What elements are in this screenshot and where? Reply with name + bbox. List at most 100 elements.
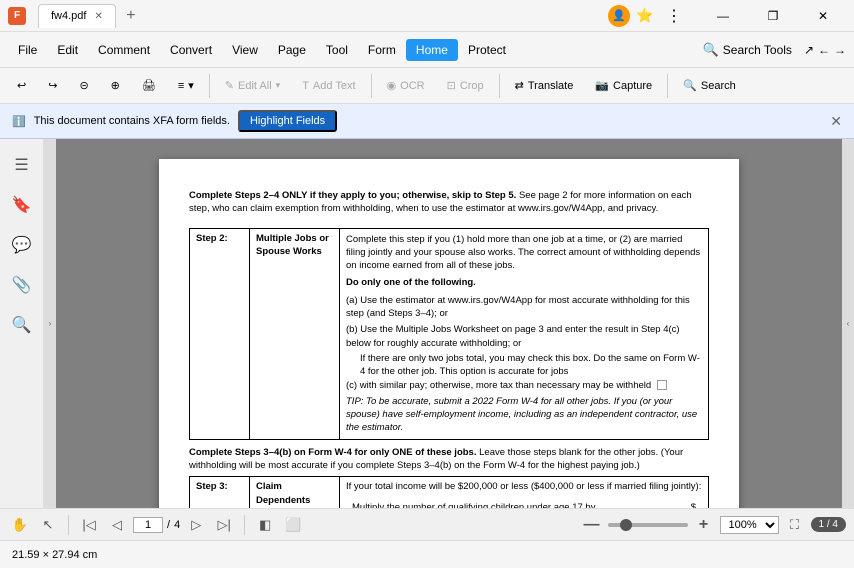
- restore-button[interactable]: ❐: [750, 2, 796, 30]
- menu-file[interactable]: File: [8, 39, 47, 61]
- print-button[interactable]: 🖨: [133, 74, 165, 97]
- star-icon[interactable]: ⭐: [634, 5, 656, 27]
- zoom-out-toolbar-button[interactable]: ⊝: [70, 74, 97, 97]
- sidebar-item-attachments[interactable]: 📎: [4, 267, 40, 303]
- step3-income-note: If your total income will be $200,000 or…: [346, 480, 702, 493]
- xfa-message: This document contains XFA form fields.: [34, 115, 230, 127]
- new-tab-button[interactable]: +: [120, 5, 142, 27]
- complete-steps-bold: Complete Steps 2–4 ONLY if they apply to…: [189, 190, 516, 201]
- zoom-in-button[interactable]: +: [692, 513, 716, 537]
- crop-button[interactable]: ⊡ Crop: [438, 74, 493, 97]
- sidebar-item-bookmarks[interactable]: 🔖: [4, 187, 40, 223]
- title-bar-right: 👤 ⭐ ⋮ — ❐ ✕: [608, 2, 846, 30]
- menu-convert[interactable]: Convert: [160, 39, 222, 61]
- step2-checkbox[interactable]: [657, 380, 667, 390]
- search-toolbar-button[interactable]: 🔍 Search: [674, 74, 745, 97]
- external-link-icon[interactable]: ↗: [804, 43, 814, 57]
- more-options-icon[interactable]: ⋮: [666, 6, 682, 26]
- complete-steps-note: Complete Steps 2–4 ONLY if they apply to…: [189, 189, 709, 216]
- step2-option-b: (b) Use the Multiple Jobs Worksheet on p…: [346, 323, 702, 350]
- options-button[interactable]: ≡▾: [169, 74, 203, 97]
- title-bar: F fw4.pdf ✕ + 👤 ⭐ ⋮ — ❐ ✕: [0, 0, 854, 32]
- status-bar: 21.59 × 27.94 cm: [0, 540, 854, 568]
- main-layout: ☰ 🔖 💬 📎 🔍 › Complete Steps 2–4 ONLY if t…: [0, 139, 854, 508]
- page-nav: / 4: [133, 517, 180, 533]
- tab-label: fw4.pdf: [51, 10, 86, 22]
- step2-option-c: (c) with similar pay; otherwise, more ta…: [346, 379, 702, 392]
- search-tools-label[interactable]: Search Tools: [723, 43, 792, 57]
- fit-width-button[interactable]: ⬜: [281, 513, 305, 537]
- step3-dollar: $: [691, 502, 696, 508]
- highlight-fields-button[interactable]: Highlight Fields: [238, 110, 337, 132]
- ocr-button[interactable]: ◉ OCR: [378, 74, 434, 97]
- step2-label: Step 2:: [190, 228, 250, 439]
- tab-close-icon[interactable]: ✕: [94, 11, 102, 22]
- menu-protect[interactable]: Protect: [458, 39, 516, 61]
- minimize-button[interactable]: —: [700, 2, 746, 30]
- search-toolbar-label: Search: [701, 80, 736, 92]
- title-icons: 👤 ⭐: [608, 5, 656, 27]
- options-chevron: ▾: [188, 79, 194, 92]
- fullscreen-button[interactable]: ⛶: [783, 513, 807, 537]
- step3-inputs: Multiply the number of qualifying childr…: [346, 498, 702, 508]
- add-text-button[interactable]: T Add Text: [293, 75, 364, 97]
- sidebar-item-comments[interactable]: 💬: [4, 227, 40, 263]
- print-icon: 🖨: [142, 79, 156, 92]
- page-container[interactable]: Complete Steps 2–4 ONLY if they apply to…: [56, 139, 842, 508]
- menu-bar: File Edit Comment Convert View Page Tool…: [0, 32, 854, 68]
- right-collapse-handle[interactable]: ‹: [842, 139, 854, 508]
- hand-tool-button[interactable]: ✋: [8, 513, 32, 537]
- pdf-tab[interactable]: fw4.pdf ✕: [38, 4, 116, 28]
- profile-icon[interactable]: 👤: [608, 5, 630, 27]
- select-tool-button[interactable]: ↖: [36, 513, 60, 537]
- step2-table: Step 2: Multiple Jobs or Spouse Works Co…: [189, 228, 709, 440]
- bottom-area: ✋ ↖ |◁ ◁ / 4 ▷ ▷| ◧ ⬜ — + 100% 75% 50% 1…: [0, 508, 854, 568]
- sidebar-item-pages[interactable]: ☰: [4, 147, 40, 183]
- last-page-button[interactable]: ▷|: [212, 513, 236, 537]
- zoom-in-toolbar-button[interactable]: ⊕: [102, 74, 129, 97]
- crop-label: Crop: [460, 80, 484, 92]
- menu-edit[interactable]: Edit: [47, 39, 88, 61]
- page-number-input[interactable]: [133, 517, 163, 533]
- redo-button[interactable]: ↪: [39, 74, 66, 97]
- xfa-close-icon[interactable]: ✕: [830, 113, 842, 130]
- menu-home[interactable]: Home: [406, 39, 458, 61]
- zoom-slider[interactable]: [608, 523, 688, 527]
- zoom-dropdown[interactable]: 100% 75% 50% 125% 150%: [720, 516, 779, 534]
- add-text-label: Add Text: [313, 80, 356, 92]
- app-icon: F: [8, 7, 26, 25]
- page-separator: /: [167, 519, 170, 531]
- step2-main-text: Complete this step if you (1) hold more …: [346, 233, 702, 273]
- left-collapse-handle[interactable]: ›: [44, 139, 56, 508]
- menu-page[interactable]: Page: [268, 39, 316, 61]
- prev-page-button[interactable]: ◁: [105, 513, 129, 537]
- options-icon: ≡: [178, 80, 184, 92]
- back-icon[interactable]: ←: [818, 43, 830, 57]
- close-button[interactable]: ✕: [800, 2, 846, 30]
- xfa-banner: ℹ️ This document contains XFA form field…: [0, 104, 854, 139]
- forward-icon[interactable]: →: [834, 43, 846, 57]
- zoom-out-button[interactable]: —: [580, 513, 604, 537]
- edit-all-button[interactable]: ✎ Edit All ▾: [216, 74, 289, 97]
- capture-button[interactable]: 📷 Capture: [586, 74, 661, 97]
- menu-view[interactable]: View: [222, 39, 268, 61]
- undo-button[interactable]: ↩: [8, 74, 35, 97]
- menu-comment[interactable]: Comment: [88, 39, 160, 61]
- zoom-out-icon: ⊝: [79, 79, 88, 92]
- step3-table: Step 3: Claim Dependents If your total i…: [189, 476, 709, 508]
- step3-label: Step 3:: [190, 477, 250, 508]
- fit-page-button[interactable]: ◧: [253, 513, 277, 537]
- capture-label: Capture: [613, 80, 652, 92]
- sidebar-item-search[interactable]: 🔍: [4, 307, 40, 343]
- menu-tool[interactable]: Tool: [316, 39, 358, 61]
- first-page-button[interactable]: |◁: [77, 513, 101, 537]
- translate-button[interactable]: ⇄ Translate: [506, 74, 583, 97]
- crop-icon: ⊡: [447, 79, 456, 92]
- next-page-button[interactable]: ▷: [184, 513, 208, 537]
- toolbar-separator-4: [667, 74, 668, 98]
- add-text-icon: T: [302, 80, 309, 92]
- toolbar: ↩ ↪ ⊝ ⊕ 🖨 ≡▾ ✎ Edit All ▾ T Add Text ◉ O…: [0, 68, 854, 104]
- menu-form[interactable]: Form: [358, 39, 406, 61]
- edit-icon: ✎: [225, 79, 234, 92]
- window-controls: — ❐ ✕: [700, 2, 846, 30]
